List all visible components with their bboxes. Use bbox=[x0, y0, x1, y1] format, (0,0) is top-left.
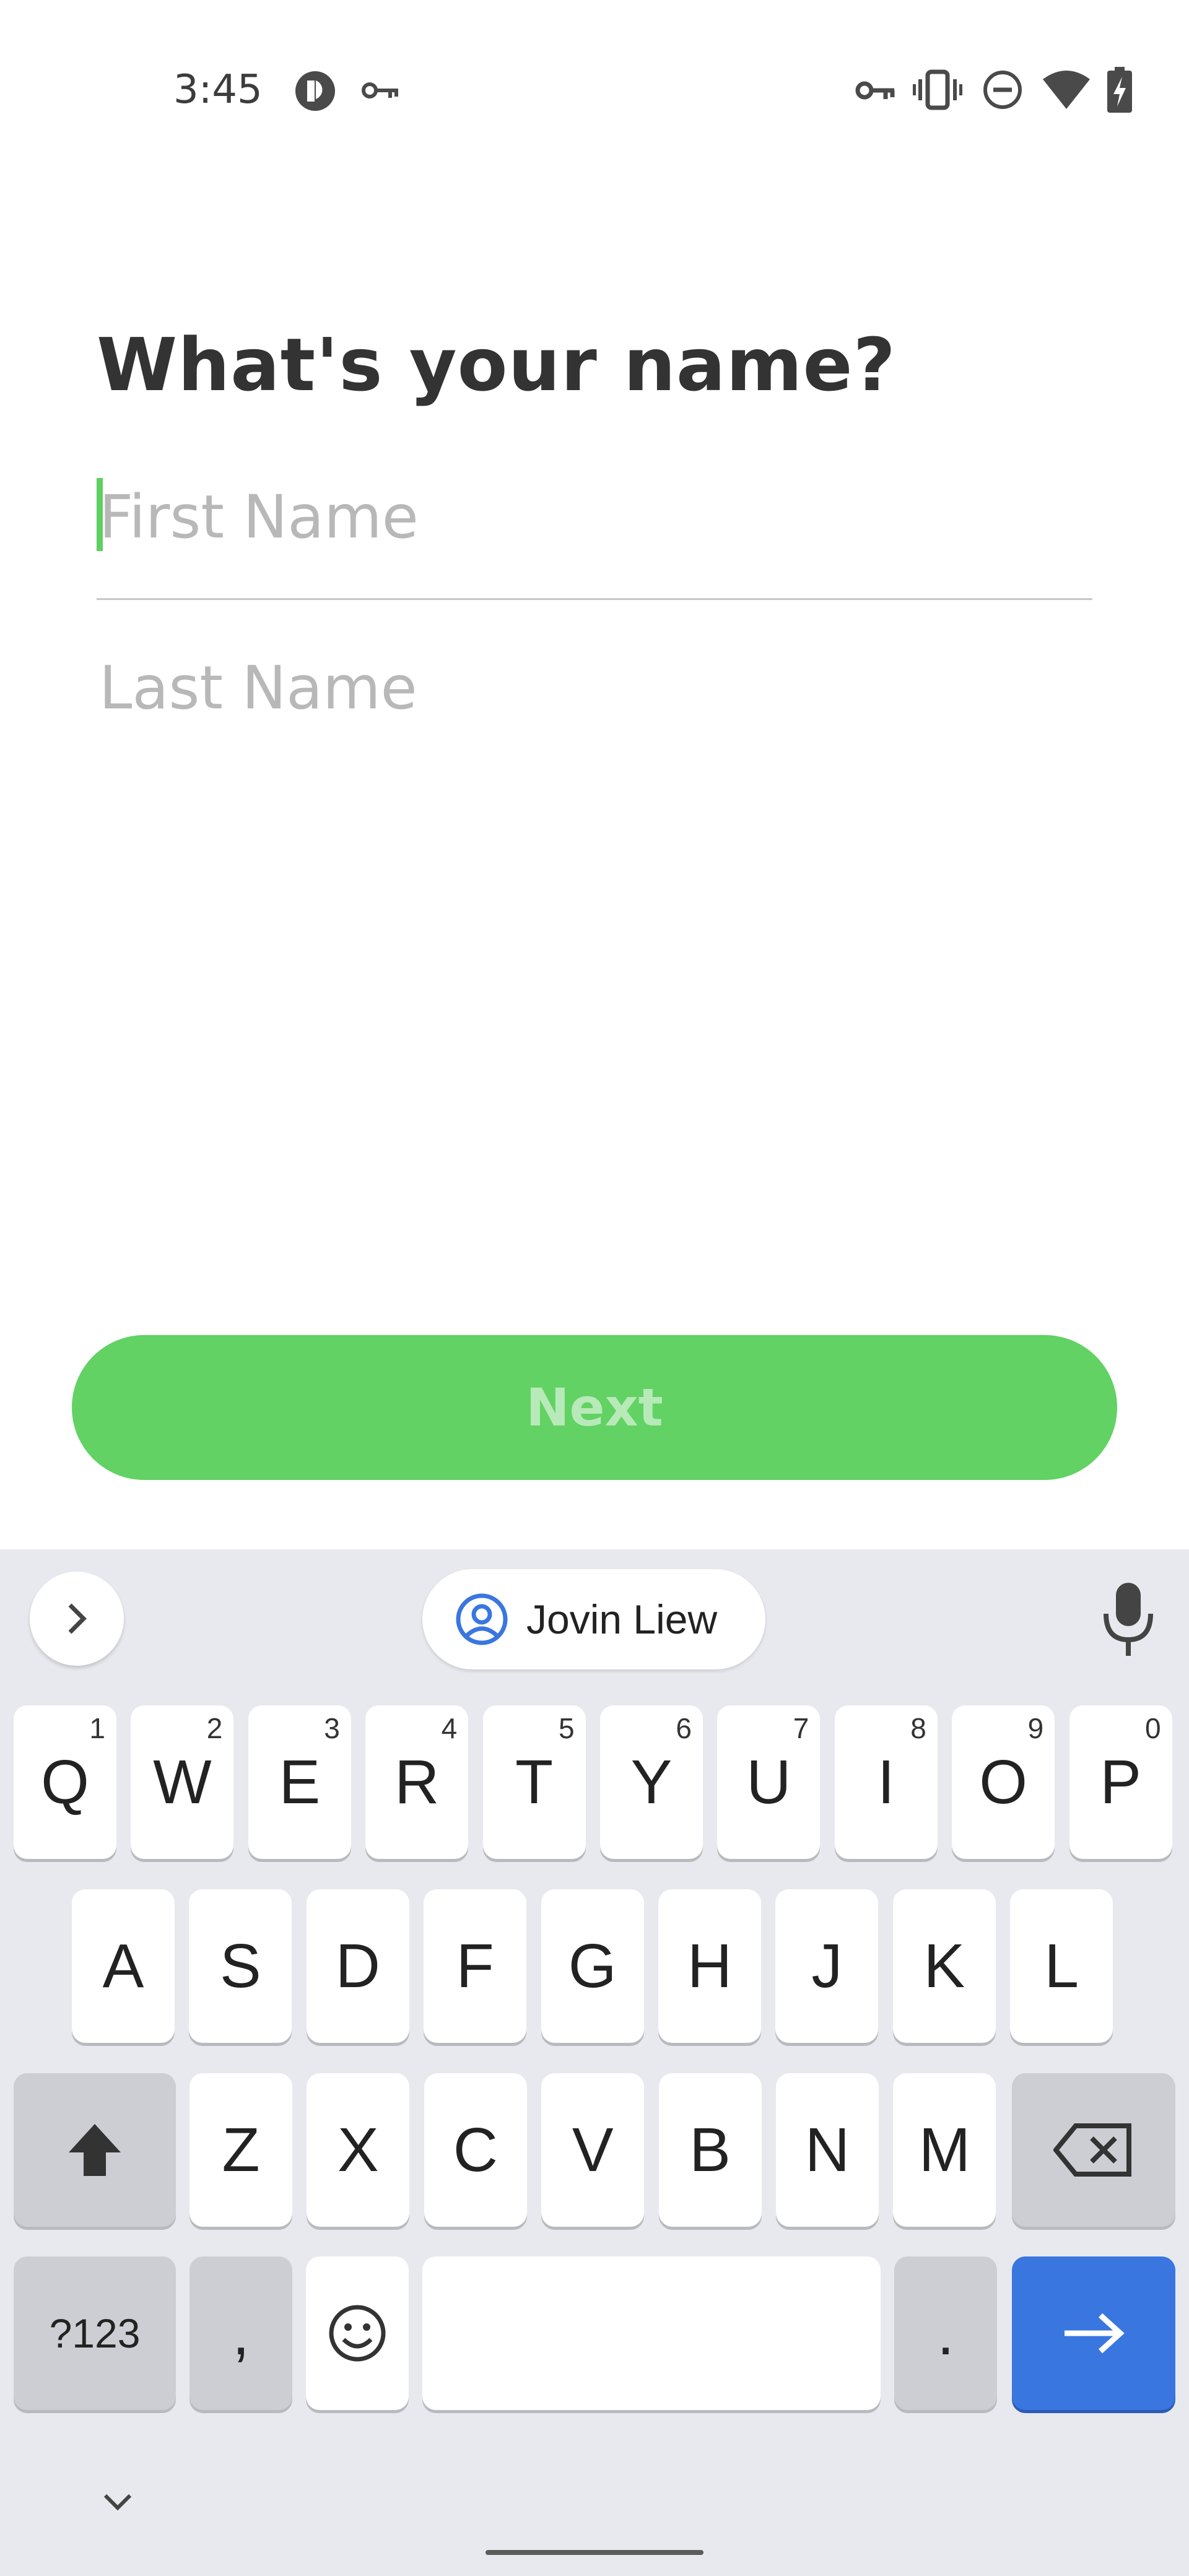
key-w[interactable]: W2 bbox=[131, 1705, 234, 1859]
microphone-icon[interactable] bbox=[1097, 1583, 1159, 1657]
arrow-right-icon bbox=[1065, 2313, 1125, 2354]
backspace-icon bbox=[1053, 2123, 1131, 2177]
key-label: Q bbox=[41, 1747, 89, 1817]
next-button[interactable]: Next bbox=[72, 1335, 1117, 1480]
suggestion-label: Jovin Liew bbox=[526, 1596, 718, 1642]
text-cursor bbox=[97, 478, 103, 551]
vpn-key-icon bbox=[855, 81, 895, 100]
key-e[interactable]: E3 bbox=[248, 1705, 351, 1859]
key-label: R bbox=[394, 1747, 440, 1817]
app-badge-icon bbox=[295, 71, 335, 111]
key-t[interactable]: T5 bbox=[482, 1705, 586, 1859]
first-name-input[interactable] bbox=[97, 471, 1092, 564]
key-hint: 5 bbox=[559, 1712, 575, 1744]
key-label: T bbox=[515, 1747, 554, 1817]
shift-icon bbox=[69, 2124, 121, 2176]
key-o[interactable]: O9 bbox=[952, 1705, 1055, 1859]
symbols-key[interactable]: ?123 bbox=[14, 2256, 176, 2410]
space-key[interactable] bbox=[422, 2256, 881, 2410]
key-hint: 1 bbox=[89, 1712, 105, 1744]
key-p[interactable]: P0 bbox=[1069, 1705, 1172, 1859]
key-label: Y bbox=[630, 1747, 673, 1817]
key-label: A bbox=[102, 1931, 144, 2001]
wifi-icon bbox=[1043, 71, 1090, 109]
key-label: P bbox=[1100, 1747, 1141, 1817]
key-label: U bbox=[746, 1747, 791, 1817]
key-l[interactable]: L bbox=[1010, 1889, 1113, 2043]
key-label: V bbox=[572, 2115, 614, 2185]
keyboard-toolbar-expand-button[interactable] bbox=[30, 1572, 124, 1666]
home-indicator[interactable] bbox=[486, 2550, 703, 2555]
keyboard bbox=[0, 1549, 1189, 2576]
key-h[interactable]: H bbox=[658, 1889, 761, 2043]
key-hint: 8 bbox=[910, 1712, 926, 1744]
key-b[interactable]: B bbox=[658, 2073, 762, 2227]
key-label: L bbox=[1044, 1931, 1079, 2001]
key-hint: 7 bbox=[793, 1712, 809, 1744]
battery-charging-icon bbox=[1107, 67, 1132, 113]
comma-key[interactable]: , bbox=[189, 2256, 292, 2410]
status-time: 3:45 bbox=[173, 67, 263, 113]
first-name-underline bbox=[97, 598, 1092, 600]
last-name-input[interactable] bbox=[97, 642, 1092, 734]
period-key[interactable]: . bbox=[894, 2256, 997, 2410]
key-d[interactable]: D bbox=[306, 1889, 409, 2043]
key-x[interactable]: X bbox=[307, 2073, 410, 2227]
key-hint: 0 bbox=[1145, 1712, 1161, 1744]
key-v[interactable]: V bbox=[541, 2073, 645, 2227]
key-label: O bbox=[979, 1747, 1028, 1817]
shift-key[interactable] bbox=[14, 2073, 176, 2227]
key-hint: 3 bbox=[324, 1712, 340, 1744]
contact-icon bbox=[456, 1593, 508, 1645]
key-s[interactable]: S bbox=[189, 1889, 292, 2043]
key-k[interactable]: K bbox=[892, 1889, 996, 2043]
enter-key[interactable] bbox=[1012, 2256, 1175, 2410]
hide-keyboard-icon[interactable] bbox=[99, 2489, 136, 2517]
key-label: J bbox=[811, 1931, 843, 2001]
key-a[interactable]: A bbox=[72, 1889, 175, 2043]
key-label: X bbox=[338, 2115, 379, 2185]
key-label: C bbox=[453, 2115, 498, 2185]
last-name-field[interactable] bbox=[97, 642, 1092, 734]
key-label: I bbox=[877, 1747, 895, 1817]
key-g[interactable]: G bbox=[541, 1889, 644, 2043]
key-m[interactable]: M bbox=[893, 2073, 996, 2227]
do-not-disturb-icon bbox=[983, 71, 1022, 109]
key-z[interactable]: Z bbox=[189, 2073, 292, 2227]
key-hint: 4 bbox=[441, 1712, 458, 1744]
key-label: E bbox=[279, 1747, 321, 1817]
key-y[interactable]: Y6 bbox=[600, 1705, 703, 1859]
key-i[interactable]: I8 bbox=[834, 1705, 938, 1859]
backspace-key[interactable] bbox=[1012, 2073, 1175, 2227]
suggestion-chip[interactable]: Jovin Liew bbox=[422, 1569, 765, 1669]
key-hint: 9 bbox=[1027, 1712, 1044, 1744]
key-label: H bbox=[687, 1931, 733, 2001]
key-q[interactable]: Q1 bbox=[14, 1705, 116, 1859]
key-r[interactable]: R4 bbox=[365, 1705, 469, 1859]
key-label: N bbox=[804, 2115, 850, 2185]
key-label: S bbox=[220, 1931, 261, 2001]
key-u[interactable]: U7 bbox=[717, 1705, 821, 1859]
vibrate-icon bbox=[913, 69, 962, 110]
page-title: What's your name? bbox=[97, 322, 896, 407]
key-hint: 2 bbox=[206, 1712, 223, 1744]
chevron-right-icon bbox=[68, 1603, 87, 1634]
first-name-field[interactable] bbox=[97, 471, 1092, 564]
key-label: Z bbox=[222, 2115, 260, 2185]
key-c[interactable]: C bbox=[424, 2073, 527, 2227]
key-label: K bbox=[923, 1931, 965, 2001]
key-hint: 6 bbox=[676, 1712, 692, 1744]
emoji-key[interactable] bbox=[306, 2256, 409, 2410]
key-f[interactable]: F bbox=[424, 1889, 527, 2043]
key-label: W bbox=[153, 1747, 212, 1817]
key-label: B bbox=[689, 2115, 731, 2185]
emoji-icon bbox=[329, 2305, 386, 2362]
key-j[interactable]: J bbox=[775, 1889, 879, 2043]
key-n[interactable]: N bbox=[776, 2073, 879, 2227]
key-label: D bbox=[335, 1931, 380, 2001]
key-label: F bbox=[456, 1931, 494, 2001]
key-label: G bbox=[568, 1931, 617, 2001]
vpn-key-icon bbox=[362, 82, 398, 98]
key-label: M bbox=[918, 2115, 971, 2185]
